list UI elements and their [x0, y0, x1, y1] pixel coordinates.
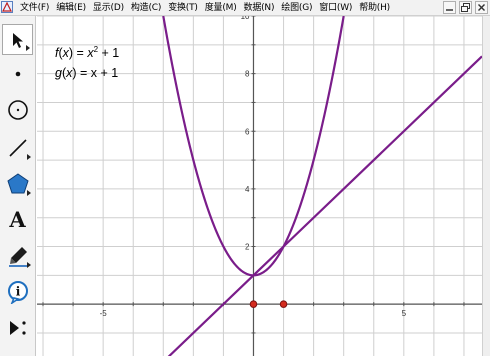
arrow-select-icon: [12, 32, 23, 48]
x-tick-label: 5: [402, 309, 407, 318]
info-icon: i: [7, 280, 28, 304]
axis-point: [249, 300, 258, 308]
custom-tools-icon: [9, 320, 26, 335]
segment-icon: [8, 138, 27, 157]
y-tick-label: 8: [245, 70, 250, 79]
arrow-tool-menu-indicator: [26, 45, 30, 51]
eq-g-name: g: [55, 66, 62, 80]
arrow-tool[interactable]: [2, 24, 33, 55]
polygon-tool[interactable]: [2, 168, 33, 199]
close-icon[interactable]: [475, 1, 488, 14]
eq-f-tail: + 1: [98, 46, 120, 61]
text-tool[interactable]: A: [2, 204, 33, 235]
equation-g[interactable]: g(x) = x + 1: [55, 66, 118, 80]
toolbox: A i: [0, 16, 36, 356]
restore-icon[interactable]: [459, 1, 472, 14]
menu-item[interactable]: 构造(C): [131, 0, 162, 16]
menu-bar: 文件(F) 编辑(E) 显示(D) 构造(C) 变换(T) 度量(M) 数据(N) 绘图(G)…: [0, 0, 490, 16]
vertical-scrollbar[interactable]: [482, 16, 490, 356]
information-tool[interactable]: i: [2, 276, 33, 307]
polygon-icon: [6, 172, 29, 193]
info-icon-glyph: i: [15, 284, 20, 298]
marker-tool[interactable]: [2, 240, 33, 271]
y-tick-label: 10: [241, 16, 250, 21]
app-icon[interactable]: [1, 1, 13, 13]
marker-tool-menu-indicator: [27, 262, 31, 268]
eq-f-arg: x: [62, 46, 69, 61]
straightedge-tool[interactable]: [2, 132, 33, 163]
point-tool[interactable]: [2, 58, 33, 89]
minimize-icon[interactable]: [443, 1, 456, 14]
polygon-tool-menu-indicator: [27, 190, 31, 196]
menu-item[interactable]: 编辑(E): [56, 0, 86, 16]
menu-item[interactable]: 度量(M): [205, 0, 237, 16]
straightedge-tool-menu-indicator: [27, 154, 31, 160]
window-controls: [440, 1, 488, 14]
menu-items: 文件(F) 编辑(E) 显示(D) 构造(C) 变换(T) 度量(M) 数据(N) 绘图(G)…: [20, 0, 397, 16]
menu-item[interactable]: 窗口(W): [319, 0, 352, 16]
menu-item[interactable]: 绘图(G): [281, 0, 312, 16]
y-tick-label: 2: [245, 243, 250, 252]
y-tick-label: 6: [245, 127, 250, 136]
compass-tool[interactable]: [2, 94, 33, 125]
custom-tool[interactable]: [2, 312, 33, 343]
eq-g-arg: x: [66, 66, 73, 80]
circle-icon: [7, 99, 28, 120]
menu-item[interactable]: 数据(N): [244, 0, 275, 16]
menu-item[interactable]: 显示(D): [93, 0, 124, 16]
sketch-canvas[interactable]: -5 5 2 4 6 8 10 f(x) = x2 + 1 g(x) = x + 1: [37, 16, 482, 356]
eq-f-name: f: [55, 46, 59, 61]
axis-point: [279, 300, 288, 308]
menu-item[interactable]: 变换(T): [168, 0, 198, 16]
eq-g-rhs: x + 1: [90, 66, 119, 80]
marker-pen-icon: [8, 246, 27, 267]
menu-item[interactable]: 帮助(H): [359, 0, 390, 16]
equation-f[interactable]: f(x) = x2 + 1: [55, 45, 119, 60]
point-icon: [15, 71, 20, 76]
x-tick-label: -5: [100, 309, 108, 318]
menu-item[interactable]: 文件(F): [20, 0, 49, 16]
text-icon: A: [9, 207, 26, 232]
y-tick-label: 4: [245, 185, 250, 194]
